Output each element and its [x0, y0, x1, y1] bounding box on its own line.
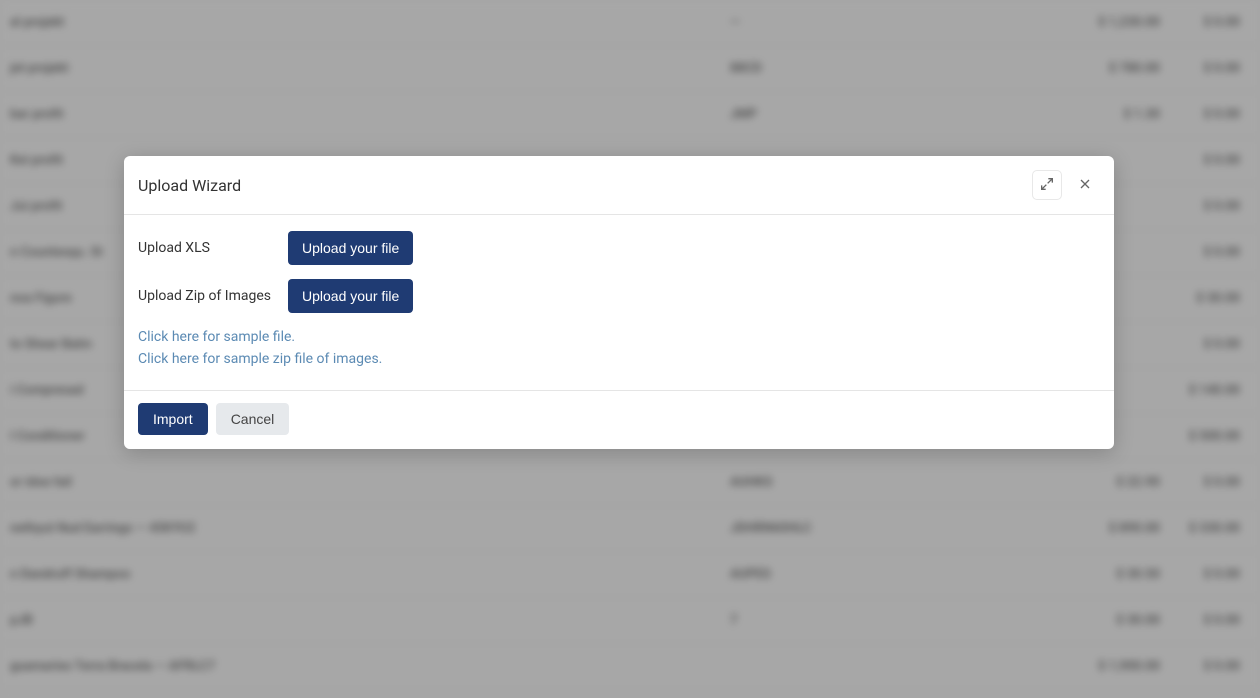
upload-xls-button[interactable]: Upload your file [288, 231, 413, 265]
upload-zip-button[interactable]: Upload your file [288, 279, 413, 313]
sample-zip-link[interactable]: Click here for sample zip file of images… [138, 349, 1100, 371]
modal-header: Upload Wizard [124, 156, 1114, 215]
sample-file-link[interactable]: Click here for sample file. [138, 327, 1100, 349]
modal-title: Upload Wizard [138, 176, 1032, 195]
import-button[interactable]: Import [138, 403, 208, 435]
upload-xls-label: Upload XLS [138, 240, 288, 256]
cancel-button[interactable]: Cancel [216, 403, 290, 435]
expand-icon [1039, 176, 1055, 195]
upload-zip-label: Upload Zip of Images [138, 288, 288, 304]
close-icon [1077, 176, 1093, 195]
modal-footer: Import Cancel [124, 390, 1114, 449]
upload-zip-row: Upload Zip of Images Upload your file [138, 279, 1100, 313]
modal-body: Upload XLS Upload your file Upload Zip o… [124, 215, 1114, 390]
upload-wizard-modal: Upload Wizard Upload XLS Upload your fil… [124, 156, 1114, 449]
sample-links: Click here for sample file. Click here f… [138, 327, 1100, 370]
close-button[interactable] [1070, 170, 1100, 200]
modal-header-actions [1032, 170, 1100, 200]
expand-button[interactable] [1032, 170, 1062, 200]
upload-xls-row: Upload XLS Upload your file [138, 231, 1100, 265]
